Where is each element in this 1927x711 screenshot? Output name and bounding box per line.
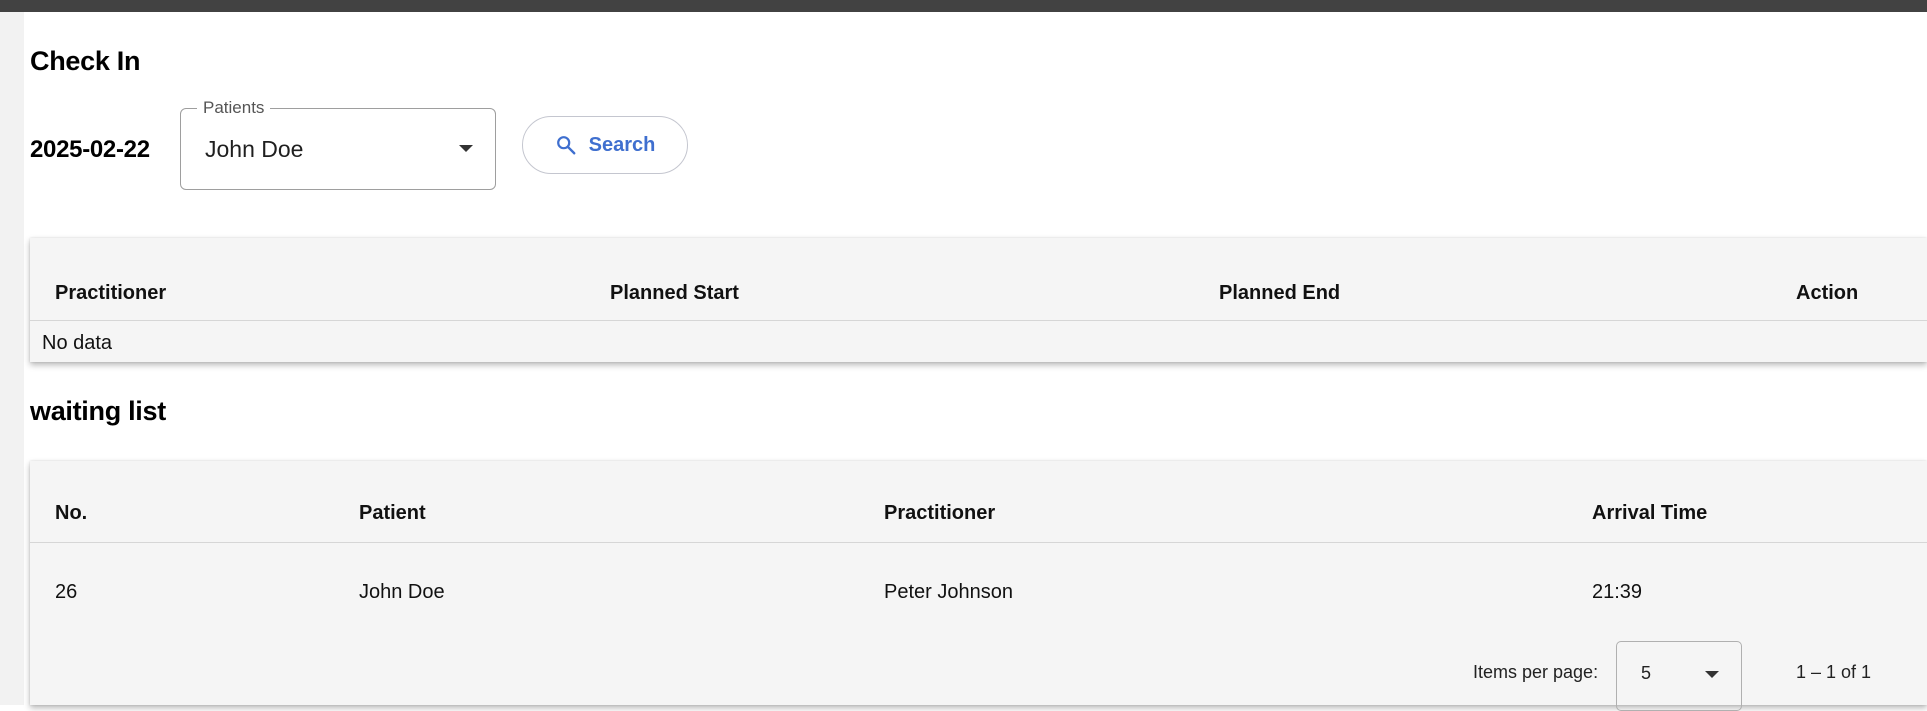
- column-header-planned-end[interactable]: Planned End: [1219, 282, 1340, 305]
- checkin-date: 2025-02-22: [30, 136, 150, 163]
- search-button[interactable]: Search: [522, 116, 688, 174]
- empty-table-message: No data: [42, 332, 113, 354]
- patients-select-value: John Doe: [205, 136, 304, 162]
- waiting-list-table: No. Patient Practitioner Arrival Time 26…: [30, 461, 1927, 711]
- cell-practitioner: Peter Johnson: [884, 581, 1013, 603]
- items-per-page-value: 5: [1641, 663, 1652, 683]
- checkin-table: Practitioner Planned Start Planned End A…: [30, 238, 1927, 362]
- items-per-page-select[interactable]: 5: [1616, 641, 1742, 711]
- page-title: Check In: [30, 46, 141, 76]
- column-header-practitioner[interactable]: Practitioner: [55, 282, 166, 305]
- column-header-arrival-time[interactable]: Arrival Time: [1592, 502, 1707, 525]
- checkin-table-header: Practitioner Planned Start Planned End A…: [30, 238, 1927, 321]
- side-gutter: [0, 12, 24, 705]
- column-header-planned-start[interactable]: Planned Start: [610, 282, 739, 305]
- main-content: Check In 2025-02-22 Patients John Doe Se…: [30, 12, 1927, 711]
- search-icon: [555, 134, 577, 156]
- column-header-practitioner[interactable]: Practitioner: [884, 502, 995, 525]
- patients-select[interactable]: Patients John Doe: [180, 98, 496, 190]
- chevron-down-icon[interactable]: [1705, 671, 1719, 678]
- column-header-patient[interactable]: Patient: [359, 502, 426, 525]
- search-button-label: Search: [588, 133, 656, 156]
- top-app-bar: [0, 0, 1927, 12]
- waiting-table-header: No. Patient Practitioner Arrival Time: [30, 461, 1927, 543]
- paginator-range-label: 1 – 1 of 1: [1796, 662, 1872, 682]
- chevron-down-icon[interactable]: [459, 145, 473, 152]
- cell-arrival-time: 21:39: [1592, 581, 1643, 603]
- waiting-list-title: waiting list: [30, 396, 166, 426]
- cell-patient: John Doe: [359, 581, 445, 603]
- column-header-no[interactable]: No.: [55, 502, 87, 525]
- cell-number: 26: [55, 581, 78, 603]
- column-header-action[interactable]: Action: [1796, 282, 1858, 305]
- items-per-page-label: Items per page:: [1473, 662, 1599, 682]
- patients-select-label: Patients: [197, 98, 271, 118]
